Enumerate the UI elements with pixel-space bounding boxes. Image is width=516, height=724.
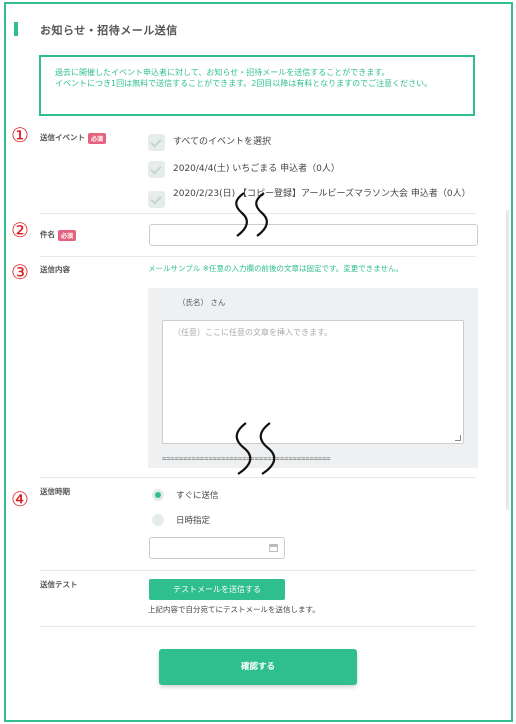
required-badge: 必須 xyxy=(58,229,77,241)
subject-input[interactable] xyxy=(149,224,478,246)
events-label: 送信イベント 必須 xyxy=(40,132,107,144)
section-marker-3: ③ xyxy=(11,260,29,284)
omission-squiggle-icon xyxy=(235,192,268,237)
notice-text-1: 過去に開催したイベント申込者に対して、お知らせ・招待メールを送信することができま… xyxy=(55,68,390,77)
timing-option-date[interactable]: 日時指定 xyxy=(152,514,210,526)
notice-text-2: イベントにつき1回は無料で送信することができます。2回目以降は有料となりますので… xyxy=(55,79,433,88)
omission-squiggle-icon xyxy=(235,422,276,475)
event-option-all[interactable]: すべてのイベントを選択 xyxy=(148,134,271,151)
section-marker-1: ① xyxy=(11,123,29,147)
test-note: 上記内容で自分宛てにテストメールを送信します。 xyxy=(148,605,320,614)
checkbox-icon[interactable] xyxy=(148,191,165,208)
checkbox-icon[interactable] xyxy=(148,161,165,178)
divider xyxy=(40,626,476,627)
timing-option-now[interactable]: すぐに送信 xyxy=(152,489,219,501)
textarea-placeholder: （任意）ここに任意の文章を挿入できます。 xyxy=(173,328,333,337)
radio-icon[interactable] xyxy=(152,489,164,501)
event-option-label: 2020/4/4(土) いちごまる 申込者（0人） xyxy=(173,164,340,174)
timing-option-label: すぐに送信 xyxy=(176,491,219,501)
calendar-icon[interactable] xyxy=(269,544,278,552)
greeting-text: （氏名） さん xyxy=(178,298,226,307)
test-label: 送信テスト xyxy=(40,580,78,589)
date-input[interactable] xyxy=(149,537,285,559)
mail-sample-box: （氏名） さん （任意）ここに任意の文章を挿入できます。 ===========… xyxy=(148,288,478,468)
radio-icon[interactable] xyxy=(152,514,164,526)
section-marker-2: ② xyxy=(11,218,29,242)
resize-handle-icon[interactable] xyxy=(455,435,461,441)
separator-line: ======================================== xyxy=(162,455,331,463)
required-badge: 必須 xyxy=(88,132,107,144)
message-textarea[interactable]: （任意）ここに任意の文章を挿入できます。 xyxy=(162,320,464,444)
subject-label-text: 件名 xyxy=(40,230,55,239)
timing-label: 送信時期 xyxy=(40,487,70,496)
scrollbar-track[interactable] xyxy=(506,210,509,510)
page-title: お知らせ・招待メール送信 xyxy=(40,24,178,37)
section-marker-4: ④ xyxy=(11,487,29,511)
checkbox-icon[interactable] xyxy=(148,134,165,151)
send-test-mail-button[interactable]: テストメールを送信する xyxy=(149,579,285,600)
events-label-text: 送信イベント xyxy=(40,133,85,142)
confirm-button[interactable]: 確認する xyxy=(159,649,357,685)
title-accent-bar xyxy=(14,22,18,36)
event-option-label: すべてのイベントを選択 xyxy=(173,137,272,147)
event-option-1[interactable]: 2020/4/4(土) いちごまる 申込者（0人） xyxy=(148,161,340,178)
sample-note: メールサンプル ※任意の入力欄の前後の文章は固定です。変更できません。 xyxy=(148,264,403,273)
event-option-2[interactable]: 2020/2/23(日) 【コピー登録】アールビーズマラソン大会 申込者（0人） xyxy=(148,186,471,208)
notice-box: 過去に開催したイベント申込者に対して、お知らせ・招待メールを送信することができま… xyxy=(39,55,475,116)
divider xyxy=(40,570,476,571)
divider xyxy=(40,256,476,257)
timing-option-label: 日時指定 xyxy=(176,516,211,526)
body-label: 送信内容 xyxy=(40,265,70,274)
subject-label: 件名 必須 xyxy=(40,229,77,241)
event-option-label: 2020/2/23(日) 【コピー登録】アールビーズマラソン大会 申込者（0人） xyxy=(173,189,471,199)
